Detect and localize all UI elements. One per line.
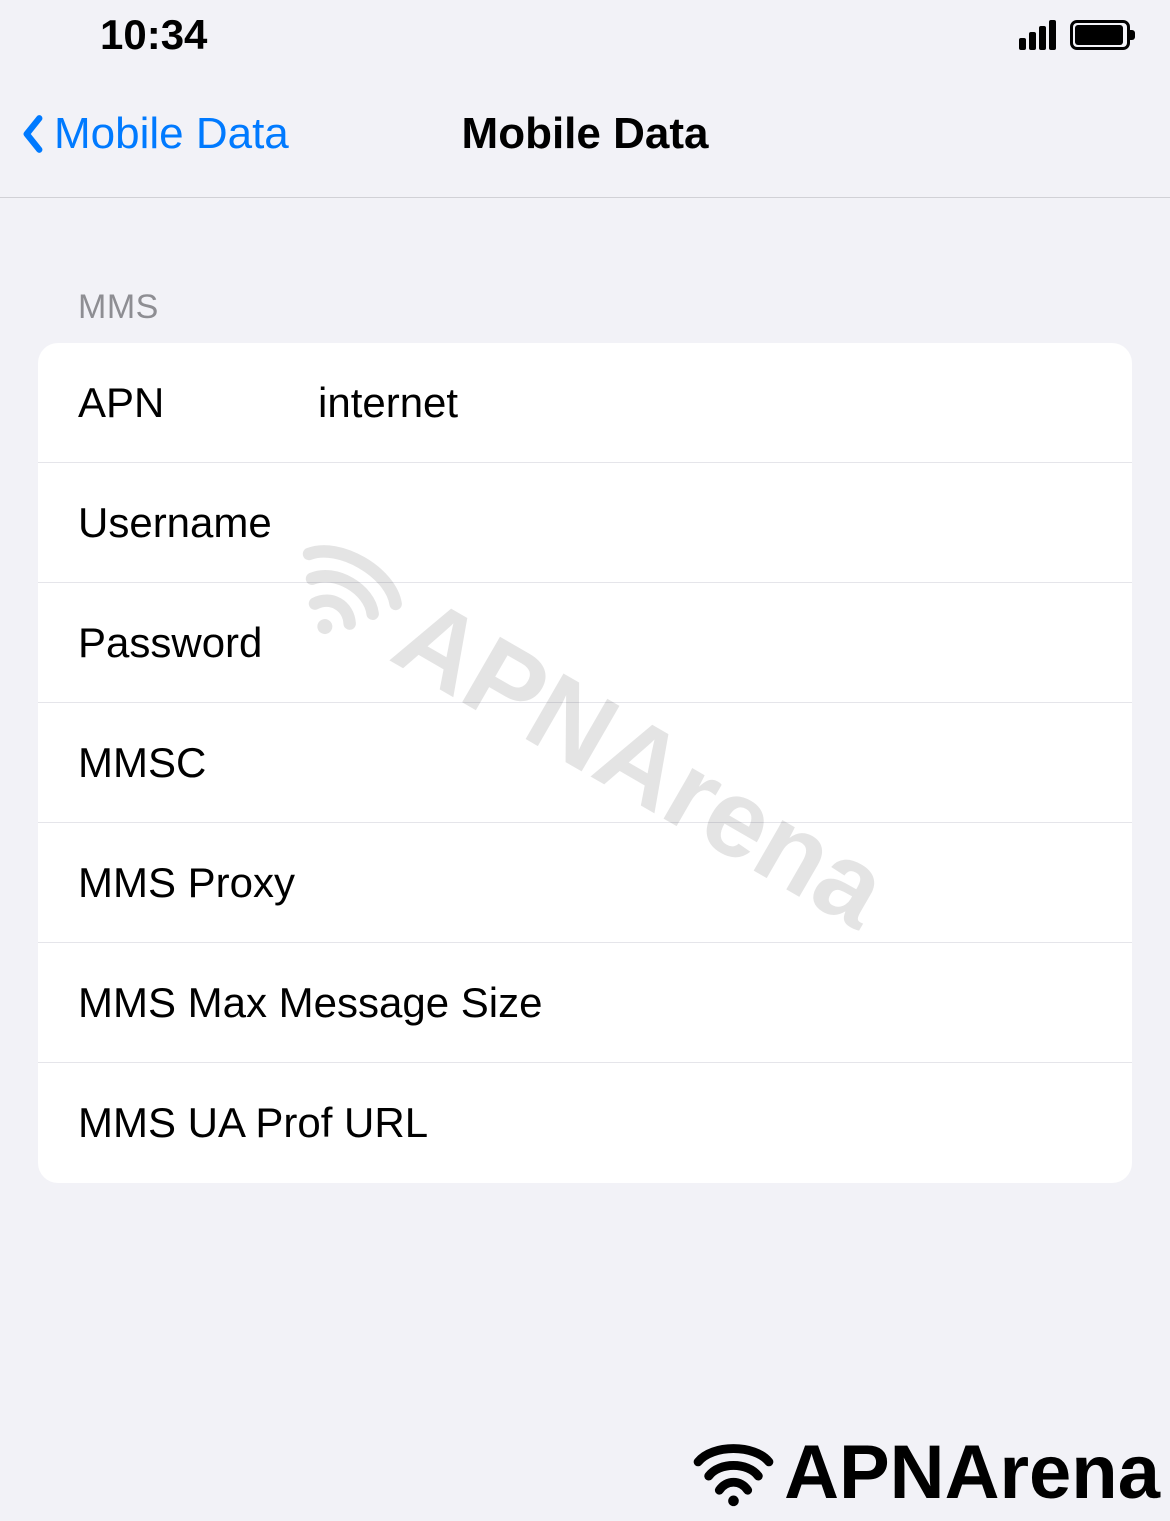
username-label: Username — [78, 499, 318, 547]
apn-label: APN — [78, 379, 318, 427]
wifi-icon — [691, 1435, 776, 1510]
watermark-bottom-text: APNArena — [784, 1429, 1160, 1516]
username-field[interactable] — [318, 499, 859, 547]
apn-row[interactable]: APN — [38, 343, 1132, 463]
mms-ua-prof-url-row[interactable]: MMS UA Prof URL — [38, 1063, 1132, 1183]
status-time: 10:34 — [100, 11, 207, 59]
mms-max-size-row[interactable]: MMS Max Message Size — [38, 943, 1132, 1063]
chevron-left-icon — [20, 111, 46, 157]
back-button[interactable]: Mobile Data — [20, 109, 289, 159]
username-row[interactable]: Username — [38, 463, 1132, 583]
content-area: MMS APN Username Password MMSC — [0, 198, 1170, 1183]
mms-max-size-label: MMS Max Message Size — [78, 979, 542, 1027]
battery-icon — [1070, 20, 1130, 50]
apn-field[interactable] — [318, 379, 859, 427]
watermark-bottom: APNArena — [691, 1429, 1160, 1516]
mms-ua-prof-url-label: MMS UA Prof URL — [78, 1099, 428, 1147]
page-title: Mobile Data — [462, 109, 709, 159]
back-label: Mobile Data — [54, 109, 289, 159]
navigation-bar: Mobile Data Mobile Data — [0, 70, 1170, 198]
mms-proxy-row[interactable]: MMS Proxy — [38, 823, 1132, 943]
mmsc-field[interactable] — [318, 739, 859, 787]
mms-max-size-field[interactable] — [542, 979, 1083, 1027]
password-row[interactable]: Password — [38, 583, 1132, 703]
mms-proxy-field[interactable] — [318, 859, 859, 907]
status-bar: 10:34 — [0, 0, 1170, 70]
mms-proxy-label: MMS Proxy — [78, 859, 318, 907]
mms-ua-prof-url-field[interactable] — [428, 1099, 969, 1147]
status-right — [1019, 20, 1130, 50]
section-header-mms: MMS — [38, 198, 1132, 343]
mmsc-label: MMSC — [78, 739, 318, 787]
cellular-signal-icon — [1019, 20, 1056, 50]
settings-group-mms: APN Username Password MMSC MMS Proxy — [38, 343, 1132, 1183]
mmsc-row[interactable]: MMSC — [38, 703, 1132, 823]
password-field[interactable] — [318, 619, 859, 667]
password-label: Password — [78, 619, 318, 667]
